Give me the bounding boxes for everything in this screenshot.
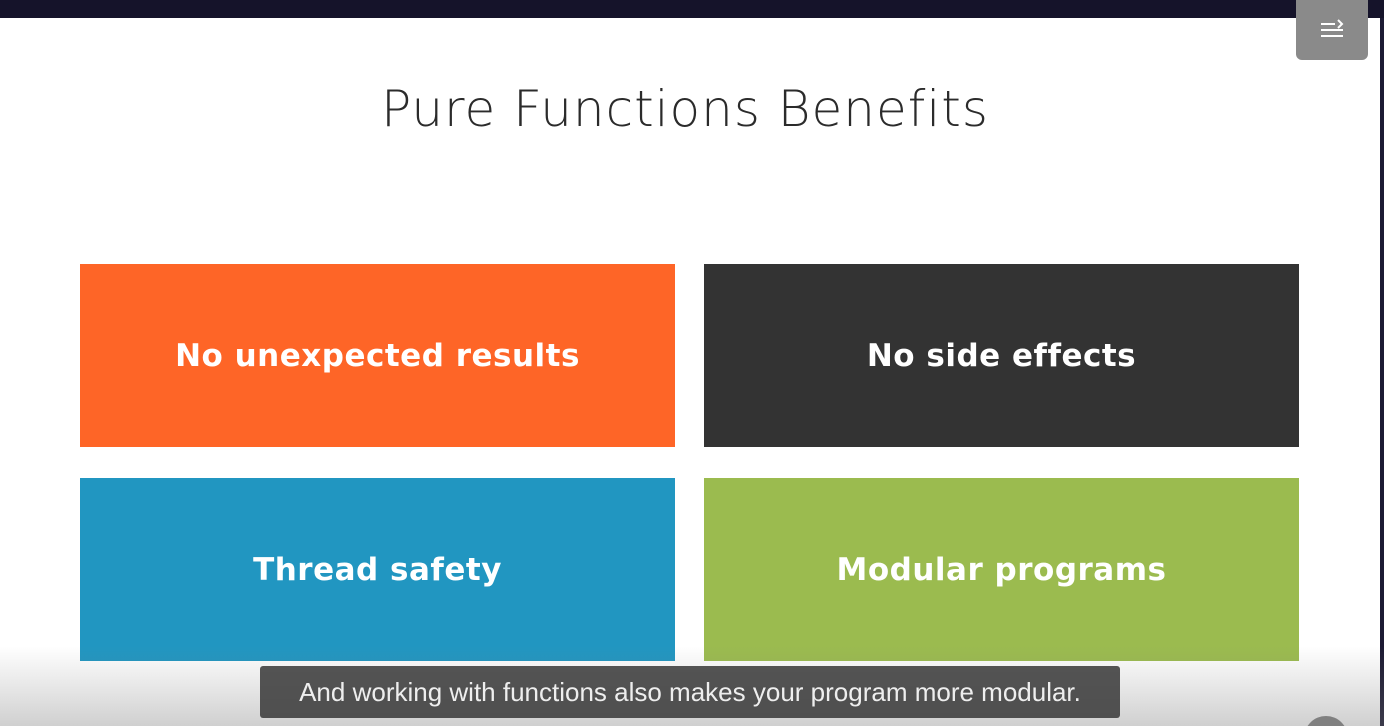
playlist-menu-button[interactable] xyxy=(1296,0,1368,60)
presentation-slide: Pure Functions Benefits No unexpected re… xyxy=(0,18,1380,726)
subtitle-caption: And working with functions also makes yo… xyxy=(260,666,1120,718)
playlist-menu-icon xyxy=(1318,18,1346,42)
right-edge-strip xyxy=(1380,18,1384,726)
benefit-tile-label: No side effects xyxy=(866,337,1137,374)
slide-title: Pure Functions Benefits xyxy=(381,80,989,138)
benefit-tile-thread-safety: Thread safety xyxy=(80,478,675,661)
video-player[interactable]: Pure Functions Benefits No unexpected re… xyxy=(0,0,1384,726)
benefit-tile-label: Modular programs xyxy=(836,551,1167,588)
benefit-tile-no-unexpected-results: No unexpected results xyxy=(80,264,675,447)
benefit-tile-label: No unexpected results xyxy=(175,337,580,374)
caption-text: And working with functions also makes yo… xyxy=(299,676,1081,707)
benefit-tile-no-side-effects: No side effects xyxy=(704,264,1299,447)
top-bar xyxy=(0,0,1384,18)
benefit-tile-label: Thread safety xyxy=(253,551,502,588)
benefit-tile-modular-programs: Modular programs xyxy=(704,478,1299,661)
